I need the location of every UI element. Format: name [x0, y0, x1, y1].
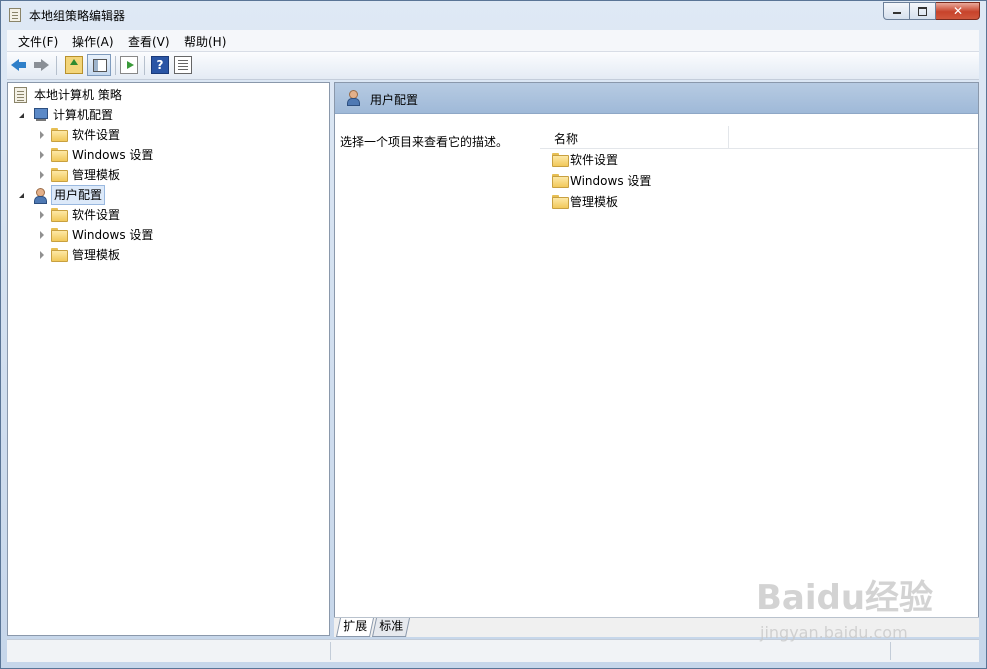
tree-label: 管理模板	[72, 168, 121, 182]
policy-icon	[14, 87, 27, 103]
user-icon	[345, 89, 361, 106]
status-separator	[330, 642, 331, 660]
console-tree: 本地计算机 策略 计算机配置 软件设置 Windows 设置 管理模板 用户配置…	[7, 82, 330, 636]
menu-file[interactable]: 文件(F)	[18, 33, 58, 50]
column-header: 名称	[540, 126, 978, 149]
tree-label: 软件设置	[72, 208, 121, 222]
folder-icon	[51, 128, 68, 142]
tree-label: Windows 设置	[72, 228, 154, 242]
expand-arrow-icon[interactable]	[37, 225, 47, 245]
folder-icon	[51, 228, 68, 242]
baidu-watermark: Baidu经验	[756, 578, 934, 618]
expand-arrow-icon[interactable]	[37, 245, 47, 265]
tree-label: Windows 设置	[72, 148, 154, 162]
toolbar-separator	[56, 56, 57, 75]
back-arrow-icon[interactable]	[10, 56, 28, 74]
folder-icon	[51, 248, 68, 262]
expand-arrow-icon[interactable]	[37, 205, 47, 225]
show-hide-console-tree-icon[interactable]	[87, 54, 111, 76]
toolbar: ?	[7, 52, 979, 80]
maximize-icon	[918, 7, 927, 16]
policy-editor-icon	[9, 8, 21, 22]
column-divider[interactable]	[728, 126, 729, 148]
tab-label: 标准	[379, 619, 404, 633]
menu-bar: 文件(F) 操作(A) 查看(V) 帮助(H)	[7, 30, 979, 52]
toolbar-separator	[144, 56, 145, 75]
details-header: 用户配置	[335, 83, 978, 114]
computer-icon	[32, 108, 48, 122]
list-item-label: 管理模板	[570, 195, 619, 209]
list-item-label: 软件设置	[570, 153, 619, 167]
menu-help[interactable]: 帮助(H)	[184, 33, 226, 50]
status-separator	[890, 642, 891, 660]
status-bar	[7, 639, 979, 662]
user-icon	[32, 187, 48, 204]
toolbar-separator	[115, 56, 116, 75]
export-list-icon[interactable]	[120, 56, 138, 74]
folder-icon	[552, 153, 569, 167]
collapse-arrow-icon[interactable]	[18, 105, 28, 125]
expand-arrow-icon[interactable]	[37, 125, 47, 145]
menu-action[interactable]: 操作(A)	[72, 33, 114, 50]
folder-icon	[51, 168, 68, 182]
up-one-level-icon[interactable]	[65, 56, 83, 74]
menu-view[interactable]: 查看(V)	[128, 33, 170, 50]
folder-icon	[552, 195, 569, 209]
close-button[interactable]: ✕	[936, 2, 980, 20]
tree-label: 用户配置	[51, 185, 106, 205]
caption-buttons: ✕	[883, 2, 980, 20]
view-icon[interactable]	[174, 56, 192, 74]
expand-arrow-icon[interactable]	[37, 165, 47, 185]
details-pane: 用户配置 选择一个项目来查看它的描述。 名称 软件设置 Windows 设置 管…	[334, 82, 979, 636]
tree-label: 计算机配置	[53, 108, 114, 122]
forward-arrow-icon[interactable]	[32, 56, 50, 74]
minimize-button[interactable]	[883, 2, 910, 20]
title-bar[interactable]: 本地组策略编辑器 ✕	[1, 1, 986, 29]
folder-icon	[552, 174, 569, 188]
expand-arrow-icon[interactable]	[37, 145, 47, 165]
tab-label: 扩展	[343, 619, 368, 633]
items-list: 名称 软件设置 Windows 设置 管理模板	[540, 116, 978, 635]
folder-icon	[51, 208, 68, 222]
close-icon: ✕	[952, 4, 964, 18]
minimize-icon	[893, 12, 901, 14]
baidu-watermark-url: jingyan.baidu.com	[760, 623, 908, 642]
details-title: 用户配置	[370, 93, 419, 107]
tree-label: 软件设置	[72, 128, 121, 142]
window-title: 本地组策略编辑器	[29, 9, 126, 23]
tree-label: 管理模板	[72, 248, 121, 262]
tab-extended[interactable]: 扩展	[335, 618, 375, 637]
collapse-arrow-icon[interactable]	[18, 185, 28, 205]
tab-standard[interactable]: 标准	[371, 618, 411, 637]
description-text: 选择一个项目来查看它的描述。	[340, 135, 509, 149]
column-header-name[interactable]: 名称	[554, 130, 578, 147]
folder-icon	[51, 148, 68, 162]
maximize-button[interactable]	[910, 2, 936, 20]
tree-label: 本地计算机 策略	[34, 88, 122, 102]
list-item-label: Windows 设置	[570, 174, 652, 188]
help-icon[interactable]: ?	[151, 56, 169, 74]
